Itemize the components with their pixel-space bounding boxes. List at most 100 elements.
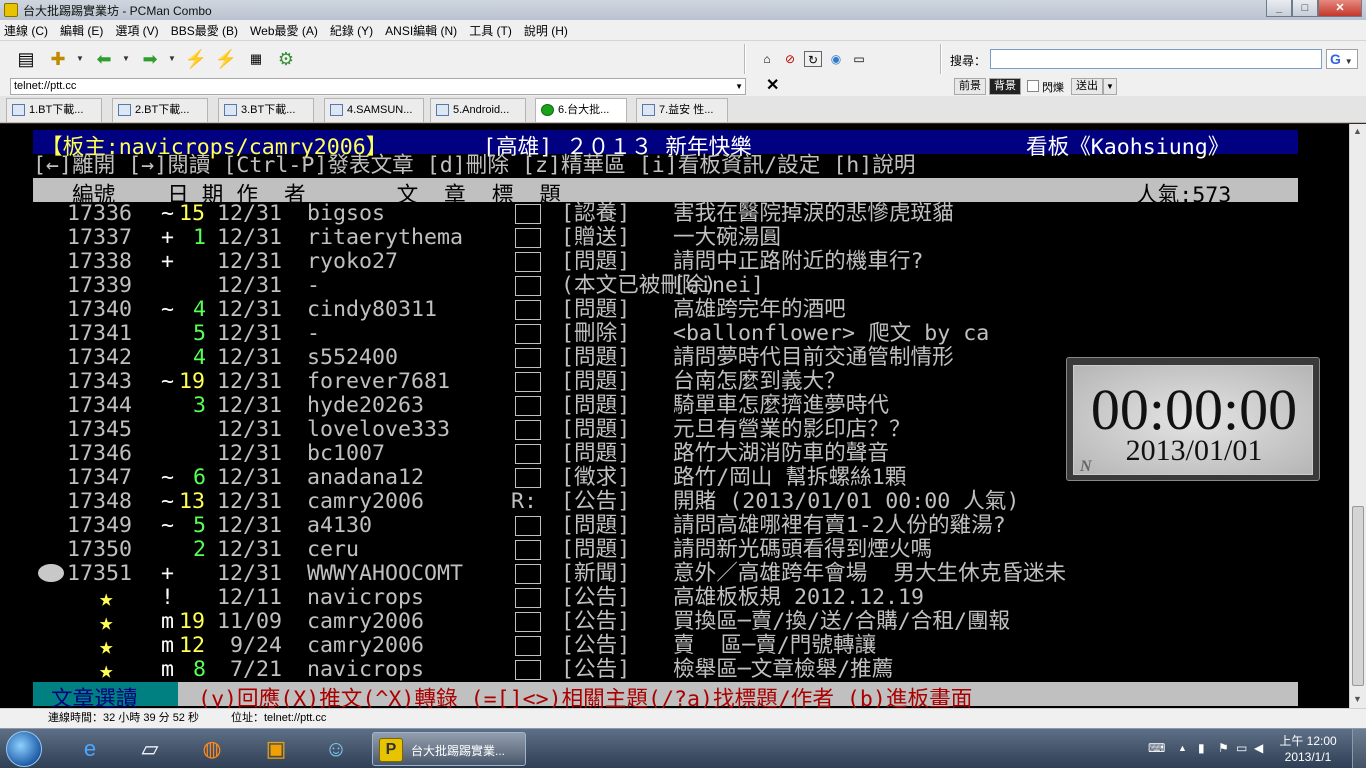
tab-2[interactable]: 2.BT下載... <box>112 98 208 122</box>
menu-web-favorites[interactable]: Web最愛 (A) <box>250 22 318 39</box>
outlook-icon[interactable]: ▣ <box>256 733 296 765</box>
web-icon[interactable]: ◉ <box>827 51 845 67</box>
post-date: 12/31 <box>217 297 283 322</box>
send-dropdown-icon[interactable]: ▼ <box>1103 78 1117 95</box>
taskbar-clock[interactable]: 上午 12:00 2013/1/1 <box>1278 733 1338 765</box>
internet-explorer-icon[interactable]: e <box>70 733 110 765</box>
firefox-icon[interactable]: ◍ <box>192 733 232 765</box>
new-connection-icon[interactable]: ✚ <box>46 47 70 71</box>
close-button[interactable]: ✕ <box>1318 0 1362 17</box>
settings-gear-icon[interactable]: ⚙ <box>274 47 298 71</box>
post-number: 17348 <box>67 489 133 514</box>
search-engine-selector[interactable]: G ▼ <box>1326 49 1358 69</box>
flag-icon[interactable]: ⚑ <box>1218 741 1229 755</box>
scroll-down-icon[interactable]: ▼ <box>1353 694 1362 704</box>
chevron-down-icon[interactable]: ▼ <box>735 79 743 94</box>
google-icon: G <box>1330 51 1341 67</box>
menu-options[interactable]: 選項 (V) <box>115 22 158 39</box>
post-star-icon: ★ <box>99 656 114 684</box>
popularity-count: 人氣:573 <box>1136 183 1232 208</box>
menu-edit[interactable]: 編輯 (E) <box>60 22 103 39</box>
post-date: 12/31 <box>217 201 283 226</box>
post-mark: ~ <box>161 513 175 538</box>
post-title: 高雄板板規 2012.12.19 <box>673 585 924 610</box>
menu-connection[interactable]: 連線 (C) <box>4 22 48 39</box>
clock-mark: N <box>1080 458 1092 475</box>
new-connection-dropdown-icon[interactable]: ▼ <box>76 54 84 63</box>
keyboard-icon[interactable]: ⌨ <box>1148 741 1165 755</box>
notepad-icon[interactable]: ▱ <box>130 733 170 765</box>
start-button[interactable] <box>6 731 42 767</box>
post-author: cindy80311 <box>307 297 438 322</box>
menu-ansi-edit[interactable]: ANSI編輯 (N) <box>385 22 457 39</box>
back-dropdown-icon[interactable]: ▼ <box>122 54 130 63</box>
refresh-icon[interactable]: ↻ <box>804 51 822 67</box>
post-author: anadana12 <box>307 465 425 490</box>
post-title: 請問中正路附近的機車行? <box>673 249 924 274</box>
send-button[interactable]: 送出 <box>1071 78 1103 95</box>
tab-label: 7.益安 性... <box>659 104 714 116</box>
foreground-color-button[interactable]: 前景 <box>954 78 986 95</box>
post-tag: [公告] <box>561 657 631 682</box>
clock-date: 2013/01/01 <box>1125 434 1263 467</box>
menu-help[interactable]: 說明 (H) <box>524 22 568 39</box>
cursor-indicator-icon <box>38 564 64 582</box>
scroll-thumb[interactable] <box>1352 506 1364 686</box>
blink-checkbox[interactable] <box>1027 80 1039 92</box>
device-icon[interactable]: ▮ <box>1198 741 1205 755</box>
network-icon[interactable]: ▭ <box>1236 741 1247 755</box>
home-icon[interactable]: ⌂ <box>758 51 776 67</box>
taskbar-pcman-button[interactable]: P 台大批踢踢實業... <box>372 732 526 766</box>
post-push-count: 8 <box>193 657 207 682</box>
post-date: 12/31 <box>217 249 283 274</box>
clock-face: 00:00:00 2013/01/01 N <box>1073 365 1313 475</box>
background-color-button[interactable]: 背景 <box>989 78 1021 95</box>
post-tag: [徵求] <box>561 465 631 490</box>
post-number: 17338 <box>67 249 133 274</box>
bbs-icon[interactable]: ▭ <box>850 51 868 67</box>
tab-1[interactable]: 1.BT下載... <box>6 98 102 122</box>
address-input[interactable]: telnet://ptt.cc ▼ <box>10 78 746 95</box>
minimize-button[interactable]: _ <box>1266 0 1292 17</box>
stop-icon[interactable]: ⊘ <box>781 51 799 67</box>
taskbar-date: 2013/1/1 <box>1284 750 1332 764</box>
terminal-scrollbar[interactable]: ▲ ▼ <box>1349 124 1366 708</box>
address-bar: telnet://ptt.cc ▼ ✕ 前景 背景 閃爍 送出 ▼ <box>0 77 1366 96</box>
post-date: 12/31 <box>217 537 283 562</box>
menu-log[interactable]: 紀錄 (Y) <box>330 22 373 39</box>
show-desktop-button[interactable] <box>1352 729 1366 768</box>
tab-5[interactable]: 5.Android... <box>430 98 526 122</box>
tab-7[interactable]: 7.益安 性... <box>636 98 728 122</box>
search-input[interactable] <box>990 49 1322 69</box>
reconnect-icon[interactable]: ⚡ <box>214 47 238 71</box>
ansi-icon[interactable]: ▦ <box>244 47 268 71</box>
forward-arrow-icon[interactable]: ➡ <box>138 47 162 71</box>
disconnect-icon[interactable]: ⚡ <box>184 47 208 71</box>
back-arrow-icon[interactable]: ⬅ <box>92 47 116 71</box>
forward-dropdown-icon[interactable]: ▼ <box>168 54 176 63</box>
post-date: 12/31 <box>217 465 283 490</box>
bbs-terminal[interactable]: 【板主:navicrops/camry2006】 [高雄] ２０１３ 新年快樂 … <box>0 124 1349 712</box>
tab-6-active[interactable]: 6.台大批... <box>535 98 627 122</box>
tray-expand-icon[interactable]: ▲ <box>1178 743 1187 753</box>
unread-box-icon <box>515 612 541 632</box>
scroll-up-icon[interactable]: ▲ <box>1353 126 1362 136</box>
unread-box-icon <box>515 516 541 536</box>
tab-4[interactable]: 4.SAMSUN... <box>324 98 424 122</box>
post-title: 開賭 (2013/01/01 00:00 人氣) <box>673 489 1020 514</box>
address-value: telnet://ptt.cc <box>14 80 77 92</box>
clock-widget[interactable]: 00:00:00 2013/01/01 N <box>1066 357 1320 481</box>
chevron-down-icon: ▼ <box>1344 57 1353 66</box>
menu-tools[interactable]: 工具 (T) <box>469 22 512 39</box>
messenger-icon[interactable]: ☺ <box>316 733 356 765</box>
post-author: ceru <box>307 537 360 562</box>
tab-3[interactable]: 3.BT下載... <box>218 98 314 122</box>
close-tab-icon[interactable]: ✕ <box>766 77 779 95</box>
maximize-button[interactable]: □ <box>1292 0 1318 17</box>
post-date: 12/31 <box>217 513 283 538</box>
volume-icon[interactable]: ◀ <box>1254 741 1263 755</box>
site-list-icon[interactable]: ▤ <box>14 47 38 71</box>
post-push-count: 19 <box>179 369 206 394</box>
menu-bbs-favorites[interactable]: BBS最愛 (B) <box>171 22 238 39</box>
post-number: 17344 <box>67 393 133 418</box>
